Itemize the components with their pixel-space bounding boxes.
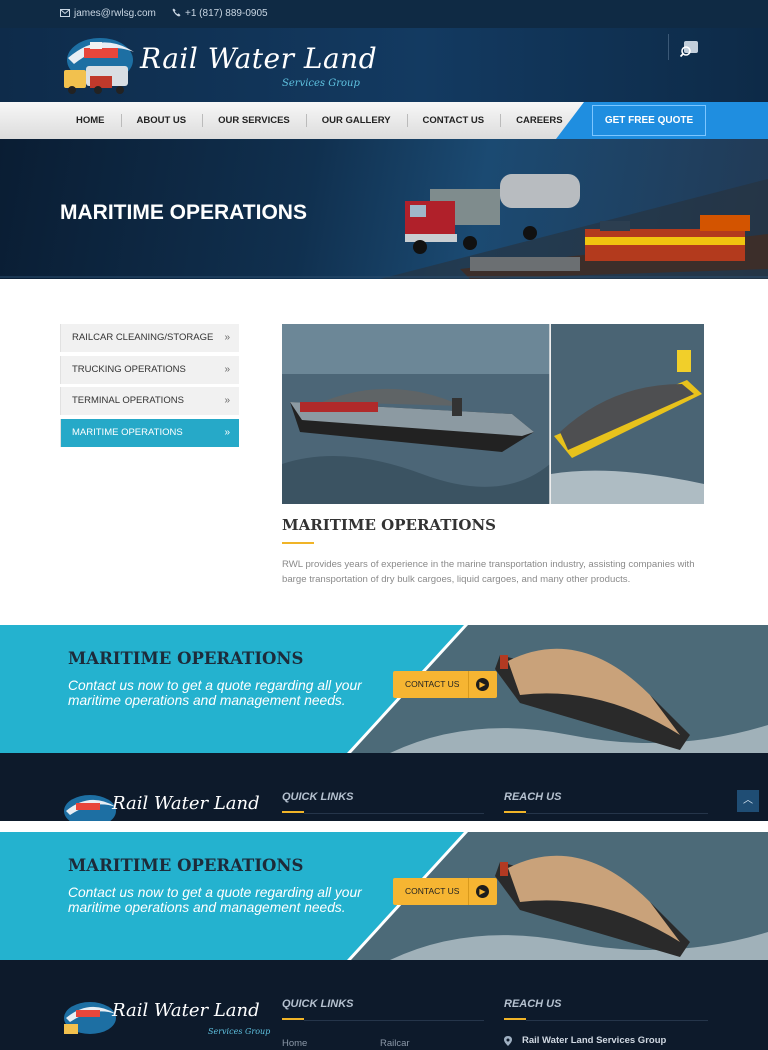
logo-text[interactable]: Rail Water Land (140, 42, 377, 75)
cta-title: MARITIME OPERATIONS (68, 856, 304, 875)
sidebar-item-trucking[interactable]: TRUCKING OPERATIONS » (60, 355, 239, 384)
site-footer: Rail Water Land QUICK LINKS REACH US (0, 753, 768, 821)
nav-about-us[interactable]: ABOUT US (120, 102, 203, 139)
content-title: MARITIME OPERATIONS (282, 516, 497, 534)
site-header: Rail Water Land Services Group (0, 28, 768, 102)
sidebar-item-railcar[interactable]: RAILCAR CLEANING/STORAGE » (60, 324, 239, 352)
cta-section: MARITIME OPERATIONS Contact us now to ge… (0, 625, 768, 753)
chevron-up-icon: ︿ (743, 795, 753, 806)
chevron-double-right-icon: » (224, 426, 230, 438)
cta-section: MARITIME OPERATIONS Contact us now to ge… (0, 832, 768, 960)
footer-logo-text[interactable]: Rail Water Land (112, 793, 260, 814)
section-gap (0, 821, 768, 832)
chevron-double-right-icon: » (224, 395, 230, 406)
search-icon (680, 41, 698, 58)
page-banner: MARITIME OPERATIONS (0, 139, 768, 279)
contact-us-button[interactable]: CONTACT US ▶ (393, 878, 497, 905)
arrow-right-circle-icon: ▶ (476, 678, 489, 691)
heading-line (304, 813, 484, 814)
maritime-barge-image (282, 324, 704, 504)
title-underline (282, 542, 314, 544)
sidebar-item-label: MARITIME OPERATIONS (72, 426, 183, 438)
search-toggle[interactable] (668, 34, 704, 60)
logo-tagline: Services Group (282, 78, 360, 89)
map-pin-icon (504, 1036, 512, 1046)
chevron-double-right-icon: » (224, 363, 230, 375)
nav-contact-us[interactable]: CONTACT US (406, 102, 501, 139)
site-footer: Rail Water Land Services Group QUICK LIN… (0, 960, 768, 1050)
sidebar-item-terminal[interactable]: TERMINAL OPERATIONS » (60, 387, 239, 415)
sidebar-item-label: TERMINAL OPERATIONS (72, 395, 184, 406)
heading-underline (282, 811, 304, 813)
nav-our-gallery[interactable]: OUR GALLERY (305, 102, 407, 139)
phone-icon (172, 8, 181, 17)
logo-badge[interactable] (60, 34, 138, 96)
nav-home[interactable]: HOME (60, 102, 121, 139)
heading-underline (504, 1018, 526, 1020)
nav-menu: HOME ABOUT US OUR SERVICES OUR GALLERY C… (60, 102, 579, 139)
scroll-to-top-button[interactable]: ︿ (737, 790, 759, 812)
footer-link-home[interactable]: Home (282, 1038, 307, 1049)
top-bar: james@rwlsg.com +1 (817) 889-0905 (0, 0, 768, 28)
button-divider (468, 671, 469, 698)
nav-our-services[interactable]: OUR SERVICES (202, 102, 306, 139)
heading-line (526, 1020, 708, 1021)
heading-line (304, 1020, 484, 1021)
sidebar-item-maritime[interactable]: MARITIME OPERATIONS » (60, 418, 239, 447)
cta-subtitle: Contact us now to get a quote regarding … (68, 678, 362, 708)
footer-logo-text[interactable]: Rail Water Land (112, 1000, 260, 1021)
topbar-email[interactable]: james@rwlsg.com (60, 8, 156, 19)
contact-us-button[interactable]: CONTACT US ▶ (393, 671, 497, 698)
envelope-icon (60, 9, 70, 17)
banner-title: MARITIME OPERATIONS (60, 201, 307, 224)
footer-logo-tagline: Services Group (208, 1027, 271, 1036)
services-sidebar: RAILCAR CLEANING/STORAGE » TRUCKING OPER… (60, 324, 239, 450)
footer-address-name: Rail Water Land Services Group (522, 1035, 667, 1046)
reach-us-heading: REACH US (504, 998, 562, 1010)
get-free-quote-button[interactable]: GET FREE QUOTE (592, 105, 706, 136)
content-description: RWL provides years of experience in the … (282, 559, 695, 585)
quick-links-heading: QUICK LINKS (282, 998, 354, 1010)
arrow-right-circle-icon: ▶ (476, 885, 489, 898)
sidebar-item-label: TRUCKING OPERATIONS (72, 363, 186, 375)
button-divider (468, 878, 469, 905)
footer-logo-badge[interactable] (60, 793, 120, 821)
footer-link-railcar[interactable]: Railcar (380, 1038, 410, 1049)
heading-underline (282, 1018, 304, 1020)
contact-us-label: CONTACT US (405, 886, 460, 896)
sidebar-item-label: RAILCAR CLEANING/STORAGE (72, 332, 214, 343)
chevron-double-right-icon: » (224, 332, 230, 343)
heading-underline (504, 811, 526, 813)
footer-logo-badge[interactable] (60, 1000, 120, 1036)
contact-us-label: CONTACT US (405, 679, 460, 689)
cta-title: MARITIME OPERATIONS (68, 649, 304, 668)
reach-us-heading: REACH US (504, 791, 562, 803)
quick-links-heading: QUICK LINKS (282, 791, 354, 803)
topbar-phone[interactable]: +1 (817) 889-0905 (172, 8, 268, 19)
heading-line (526, 813, 708, 814)
cta-subtitle: Contact us now to get a quote regarding … (68, 885, 362, 915)
